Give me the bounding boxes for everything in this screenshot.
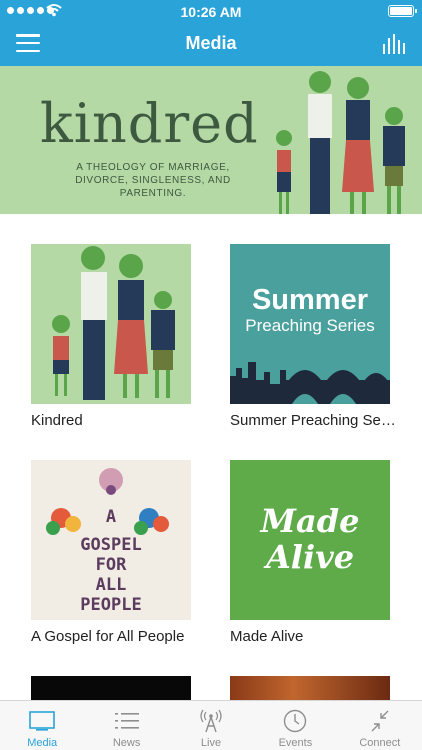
tab-label: Events (278, 737, 313, 749)
media-card-made-alive[interactable]: Made Alive Made Alive (230, 460, 390, 645)
media-grid: Kindred Summer Preaching Series Summer P… (0, 214, 422, 700)
tab-news[interactable]: News (84, 701, 168, 750)
city-skyline-illustration (230, 362, 390, 404)
family-illustration (276, 71, 405, 214)
battery-icon (388, 5, 417, 17)
thumbnail-title: Made (260, 502, 360, 540)
equalizer-icon[interactable] (382, 34, 408, 54)
page-title: Media (185, 33, 237, 53)
media-title: Made Alive (230, 628, 304, 645)
thumbnail-subtitle: Alive (265, 538, 355, 576)
tab-bar: Media News Live Events Connect (0, 700, 422, 750)
media-card-a-gospel-for-all-people[interactable]: A GOSPEL FOR ALL PEOPLE A Gospel for All… (31, 460, 191, 645)
collapse-arrows-icon (371, 710, 389, 732)
media-thumbnail[interactable] (31, 244, 191, 404)
thumbnail-text-line: GOSPEL (80, 535, 142, 555)
family-illustration (52, 246, 175, 400)
list-icon (114, 713, 139, 729)
thumbnail-text-line: FOR (95, 555, 127, 575)
tab-label: Connect (359, 737, 401, 749)
nav-bar: Media (0, 22, 422, 66)
media-thumbnail[interactable]: Summer Preaching Series (230, 244, 390, 404)
media-title: Summer Preaching Series (230, 412, 400, 429)
tab-media[interactable]: Media (0, 701, 84, 750)
tab-label: Media (27, 737, 58, 749)
media-thumbnail[interactable] (230, 676, 390, 700)
media-title: Kindred (31, 412, 83, 429)
featured-banner[interactable]: kindred A THEOLOGY OF MARRIAGE, DIVORCE,… (0, 66, 422, 214)
media-thumbnail[interactable]: Made Alive (230, 460, 390, 620)
broadcast-tower-icon (200, 709, 222, 733)
tab-label: News (112, 737, 141, 749)
media-thumbnail[interactable] (31, 676, 191, 700)
status-bar: 10:26 AM (0, 0, 422, 22)
status-time: 10:26 AM (180, 4, 242, 20)
tab-label: Live (200, 737, 222, 749)
monitor-icon (29, 711, 56, 731)
media-title: A Gospel for All People (31, 628, 185, 645)
media-card[interactable] (230, 676, 390, 700)
banner-subtitle: A THEOLOGY OF MARRIAGE, DIVORCE, SINGLEN… (75, 162, 231, 199)
thumbnail-text-line: ALL (95, 575, 127, 595)
thumbnail-text-line: A (105, 507, 117, 527)
banner-title: kindred (40, 92, 259, 155)
clock-icon (284, 709, 307, 733)
tab-connect[interactable]: Connect (338, 701, 422, 750)
media-card[interactable] (31, 676, 191, 700)
tab-events[interactable]: Events (253, 701, 337, 750)
media-thumbnail[interactable]: A GOSPEL FOR ALL PEOPLE (31, 460, 191, 620)
media-card-kindred[interactable]: Kindred (31, 244, 191, 429)
tab-live[interactable]: Live (169, 701, 253, 750)
header: 10:26 AM Media (0, 0, 422, 66)
media-card-summer-preaching-series[interactable]: Summer Preaching Series Summer Preaching… (230, 244, 400, 429)
thumbnail-text-line: PEOPLE (80, 595, 142, 615)
